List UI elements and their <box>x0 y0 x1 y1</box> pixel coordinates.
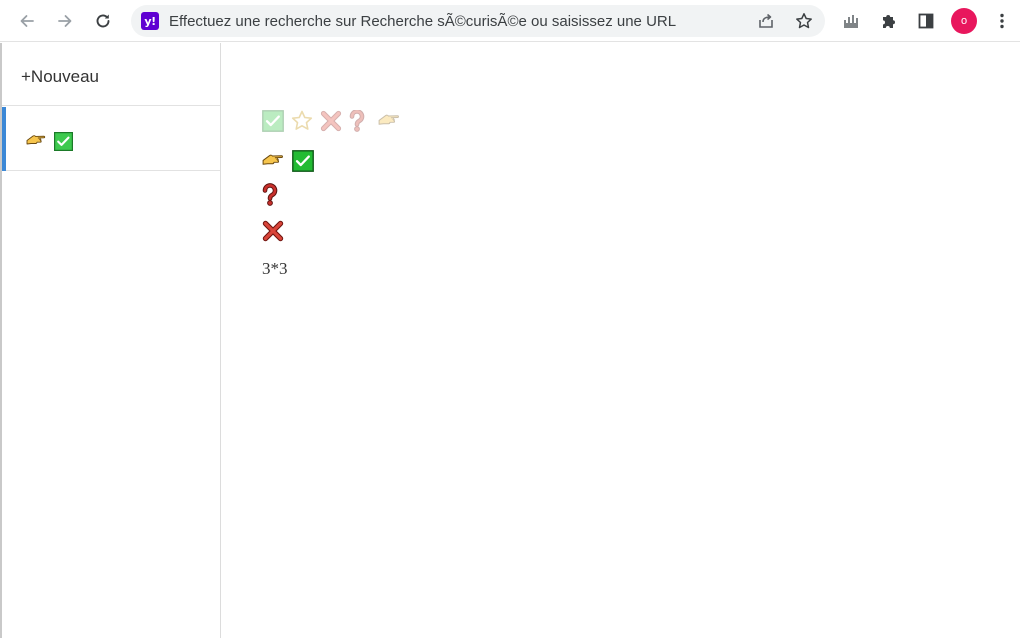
expression-text[interactable]: 3*3 <box>262 259 288 279</box>
reload-button[interactable] <box>88 6 118 36</box>
extensions-menu-button[interactable] <box>874 6 904 36</box>
extension-castle-icon <box>842 12 862 30</box>
sidebar: +Nouveau <box>2 43 221 638</box>
question-icon <box>262 183 278 207</box>
symbol-palette <box>262 109 409 133</box>
star-icon[interactable] <box>291 110 313 132</box>
side-panel-button[interactable] <box>911 6 941 36</box>
check-box-icon[interactable] <box>262 110 284 132</box>
cross-icon[interactable] <box>320 110 342 132</box>
bookmark-button[interactable] <box>789 6 819 36</box>
browser-menu-button[interactable] <box>987 6 1017 36</box>
back-button[interactable] <box>12 6 42 36</box>
forward-arrow-icon <box>56 12 74 30</box>
pointing-hand-icon <box>262 152 286 170</box>
back-arrow-icon <box>18 12 36 30</box>
forward-button[interactable] <box>50 6 80 36</box>
share-icon <box>757 12 775 30</box>
list-item[interactable] <box>2 107 220 171</box>
reload-icon <box>94 12 112 30</box>
share-button[interactable] <box>751 6 781 36</box>
new-item-button[interactable]: +Nouveau <box>2 43 220 106</box>
content-line-1[interactable] <box>262 150 314 172</box>
profile-avatar[interactable]: o <box>951 8 977 34</box>
question-icon[interactable] <box>349 110 365 132</box>
content-line-3[interactable] <box>262 220 284 242</box>
pointing-hand-icon[interactable] <box>378 112 402 130</box>
bookmark-star-icon <box>795 12 813 30</box>
active-indicator <box>2 107 6 171</box>
pointing-hand-icon <box>26 133 48 149</box>
address-placeholder: Effectuez une recherche sur Recherche sÃ… <box>169 13 677 30</box>
check-box-icon <box>292 150 314 172</box>
extension-button[interactable] <box>837 6 867 36</box>
browser-toolbar: y! Effectuez une recherche sur Recherche… <box>0 0 1020 42</box>
check-box-icon <box>54 131 73 151</box>
content-line-2[interactable] <box>262 183 278 207</box>
site-badge: y! <box>141 12 159 30</box>
cross-icon <box>262 220 284 242</box>
side-panel-icon <box>917 12 935 30</box>
more-vertical-icon <box>999 12 1005 30</box>
puzzle-extensions-icon <box>880 12 898 30</box>
address-bar[interactable]: y! Effectuez une recherche sur Recherche… <box>131 5 825 37</box>
main-content: 3*3 <box>222 43 1020 638</box>
